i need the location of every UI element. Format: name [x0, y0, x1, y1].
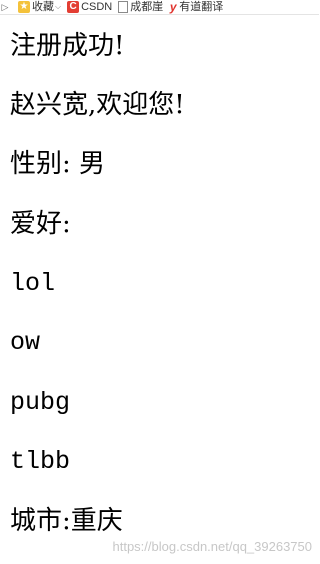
play-forward-icon: ▷: [1, 2, 9, 12]
hobby-item: ow: [10, 328, 41, 357]
hobby-item: pubg: [10, 388, 71, 417]
page-title: 注册成功!: [10, 31, 125, 61]
youdao-logo-icon: y: [169, 0, 177, 14]
watermark: https://blog.csdn.net/qq_39263750: [112, 539, 313, 554]
bookmark-youdao[interactable]: y 有道翻译: [169, 0, 223, 14]
bookmark-csdn-label: CSDN: [81, 1, 113, 13]
hobbies-label: 爱好:: [10, 209, 71, 239]
page-icon: [118, 1, 129, 13]
welcome-text: 赵兴宽,欢迎您!: [10, 90, 185, 120]
bookmark-youdao-label: 有道翻译: [179, 1, 224, 13]
bookmark-favorites[interactable]: ★ 收藏 ⌵: [18, 0, 61, 14]
gender-text: 性别: 男: [10, 149, 106, 179]
chevron-down-icon: ⌵: [55, 2, 62, 11]
hobby-item: tlbb: [10, 447, 71, 476]
bookmark-item3-label: 成都崖: [130, 1, 164, 13]
bookmark-back[interactable]: ▷: [0, 0, 12, 14]
bookmark-item3[interactable]: 成都崖: [118, 0, 163, 14]
csdn-logo-icon: C: [67, 1, 80, 13]
hobby-item: lol: [10, 269, 56, 298]
star-icon: ★: [18, 1, 30, 13]
bookmark-csdn[interactable]: C CSDN: [67, 0, 112, 14]
bookmark-favorites-label: 收藏: [32, 1, 54, 13]
city-text: 城市:重庆: [10, 506, 123, 536]
bookmarks-bar: ▷ ★ 收藏 ⌵ C CSDN 成都崖 y 有道翻译: [0, 0, 319, 15]
